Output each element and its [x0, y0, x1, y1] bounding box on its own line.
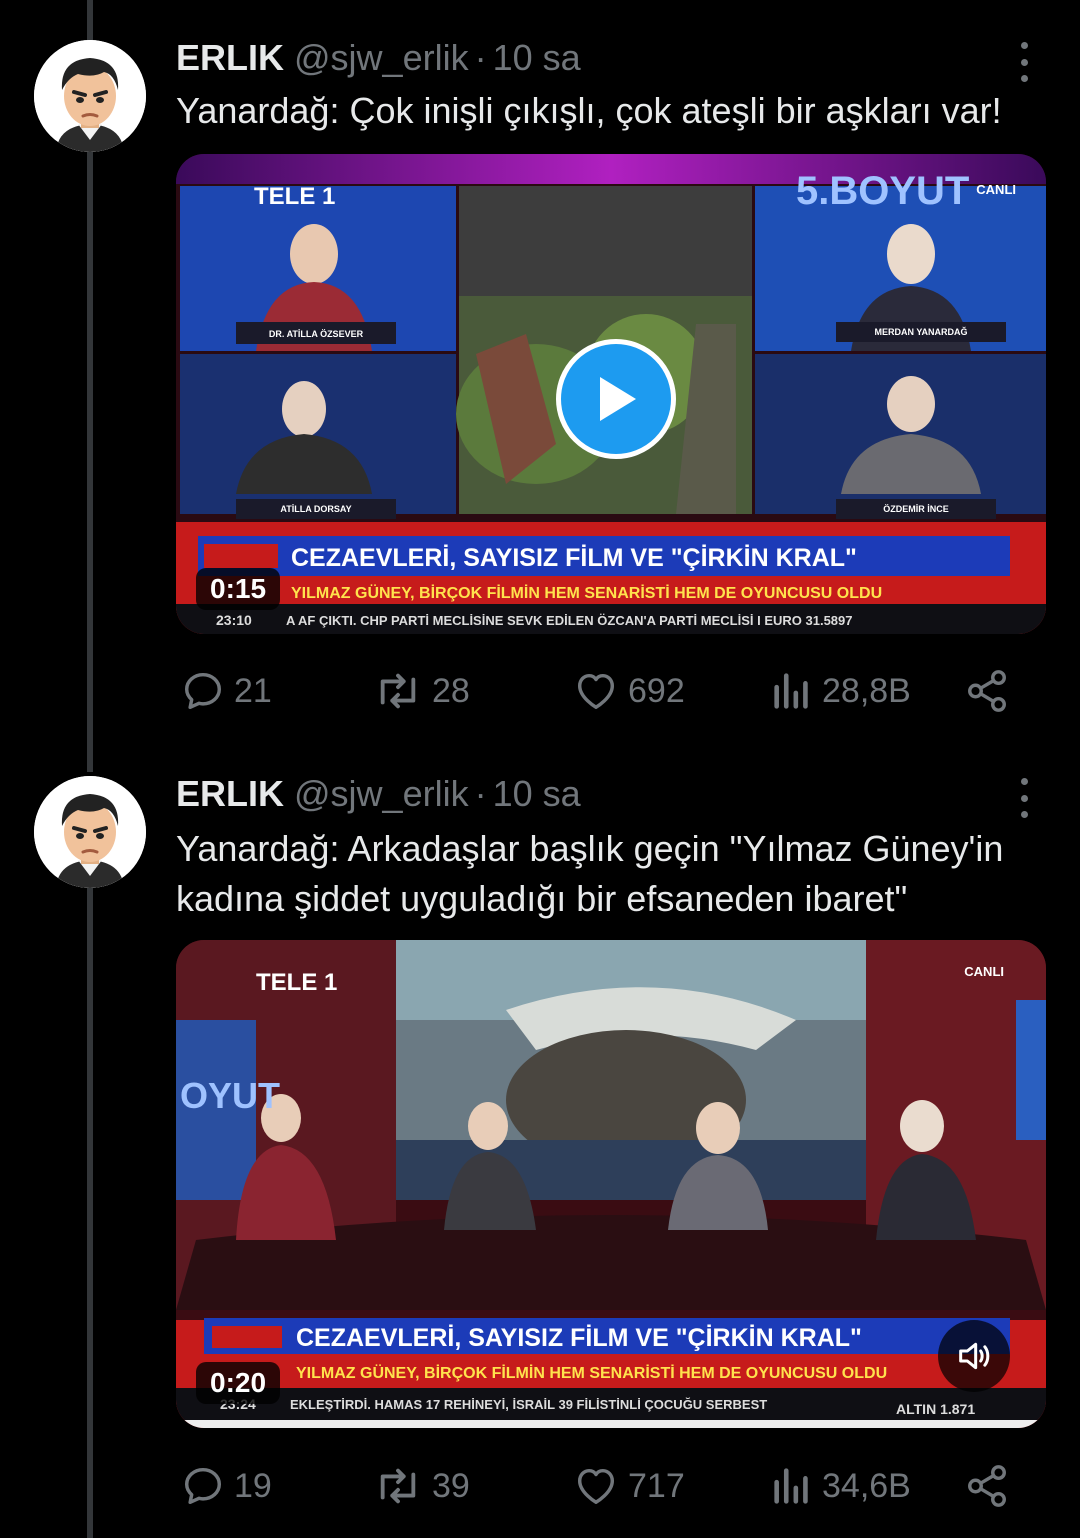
- retweet-count: 39: [432, 1466, 470, 1505]
- like-count: 692: [628, 671, 685, 710]
- views-count: 34,6B: [822, 1466, 911, 1505]
- video-frame: TELE 1 CANLI OYUT CEZAEVLERİ, SAYISIZ Fİ…: [176, 940, 1046, 1428]
- views-button[interactable]: 28,8B: [770, 668, 911, 714]
- views-count: 28,8B: [822, 671, 911, 710]
- author-name[interactable]: ERLIK: [176, 773, 284, 814]
- more-icon[interactable]: [1008, 778, 1040, 818]
- share-button[interactable]: [964, 668, 1018, 714]
- video-headline: CEZAEVLERİ, SAYISIZ FİLM VE "ÇİRKİN KRAL…: [291, 544, 857, 572]
- avatar[interactable]: [34, 776, 146, 888]
- share-icon: [968, 1465, 1006, 1507]
- timestamp[interactable]: 10 sa: [493, 37, 581, 78]
- author-handle[interactable]: @sjw_erlik: [294, 773, 469, 814]
- views-icon: [774, 673, 808, 709]
- retweet-count: 28: [432, 671, 470, 710]
- video-headline: CEZAEVLERİ, SAYISIZ FİLM VE "ÇİRKİN KRAL…: [296, 1324, 862, 1352]
- reply-icon: [184, 672, 222, 710]
- like-icon: [577, 1468, 615, 1505]
- author-name[interactable]: ERLIK: [176, 37, 284, 78]
- live-badge: CANLI: [976, 182, 1016, 197]
- ticker-time: 23:10: [216, 612, 252, 628]
- tweet[interactable]: ERLIK @sjw_erlik · 10 sa Yanardağ: Arkadaşl…: [0, 760, 1080, 1538]
- video-player[interactable]: TELE 1 CANLI 5.BOYUT DR. ATİLLA ÖZSEVER …: [176, 154, 1046, 634]
- timestamp[interactable]: 10 sa: [493, 773, 581, 814]
- tweet-text: Yanardağ: Arkadaşlar başlık geçin "Yılma…: [176, 828, 1004, 919]
- separator: ·: [474, 37, 487, 78]
- like-count: 717: [628, 1466, 685, 1505]
- reply-icon: [184, 1467, 222, 1505]
- volume-button[interactable]: [938, 1320, 1010, 1392]
- video-duration: 0:20: [196, 1362, 281, 1404]
- views-button[interactable]: 34,6B: [770, 1463, 911, 1509]
- channel-logo: TELE 1: [256, 969, 337, 996]
- like-icon: [577, 673, 615, 710]
- views-icon: [774, 1468, 808, 1504]
- show-title: 5.BOYUT: [796, 169, 969, 213]
- tweet-header: ERLIK @sjw_erlik · 10 sa: [176, 772, 581, 816]
- volume-icon: [959, 1342, 990, 1370]
- video-player[interactable]: TELE 1 CANLI OYUT CEZAEVLERİ, SAYISIZ Fİ…: [176, 940, 1046, 1428]
- guest-caption: ATİLLA DORSAY: [280, 504, 351, 514]
- show-title: OYUT: [180, 1075, 280, 1116]
- guest-caption: ÖZDEMİR İNCE: [883, 504, 949, 514]
- video-duration: 0:15: [196, 568, 281, 610]
- reply-button[interactable]: 19: [180, 1463, 272, 1509]
- news-ticker: A AF ÇIKTI. CHP PARTİ MECLİSİNE SEVK EDİ…: [286, 613, 853, 628]
- retweet-icon: [380, 673, 416, 709]
- guest-caption: DR. ATİLLA ÖZSEVER: [269, 329, 364, 339]
- play-icon[interactable]: [556, 339, 676, 459]
- tweet-text: Yanardağ: Çok inişli çıkışlı, çok ateşli…: [176, 90, 1002, 131]
- tweet[interactable]: ERLIK @sjw_erlik · 10 sa Yanardağ: Çok iniş…: [0, 0, 1080, 760]
- reply-count: 21: [234, 671, 272, 710]
- separator: ·: [474, 773, 487, 814]
- author-handle[interactable]: @sjw_erlik: [294, 37, 469, 78]
- ticker-price: ALTIN 1.871: [896, 1401, 975, 1417]
- video-subline: YILMAZ GÜNEY, BİRÇOK FİLMİN HEM SENARİST…: [296, 1363, 887, 1382]
- like-button[interactable]: 692: [572, 668, 685, 714]
- tweet-header: ERLIK @sjw_erlik · 10 sa: [176, 36, 581, 80]
- reply-button[interactable]: 21: [180, 668, 272, 714]
- retweet-icon: [380, 1468, 416, 1504]
- news-ticker: EKLEŞTİRDİ. HAMAS 17 REHİNEYİ, İSRAİL 39…: [290, 1397, 767, 1412]
- retweet-button[interactable]: 28: [372, 668, 470, 714]
- video-subline: YILMAZ GÜNEY, BİRÇOK FİLMİN HEM SENARİST…: [291, 583, 882, 602]
- reply-count: 19: [234, 1466, 272, 1505]
- share-icon: [968, 670, 1006, 712]
- avatar[interactable]: [34, 40, 146, 152]
- more-icon[interactable]: [1008, 42, 1040, 82]
- like-button[interactable]: 717: [572, 1463, 685, 1509]
- guest-caption: MERDAN YANARDAĞ: [874, 326, 967, 337]
- live-badge: CANLI: [964, 964, 1004, 979]
- channel-logo: TELE 1: [254, 183, 335, 210]
- retweet-button[interactable]: 39: [372, 1463, 470, 1509]
- share-button[interactable]: [964, 1463, 1018, 1509]
